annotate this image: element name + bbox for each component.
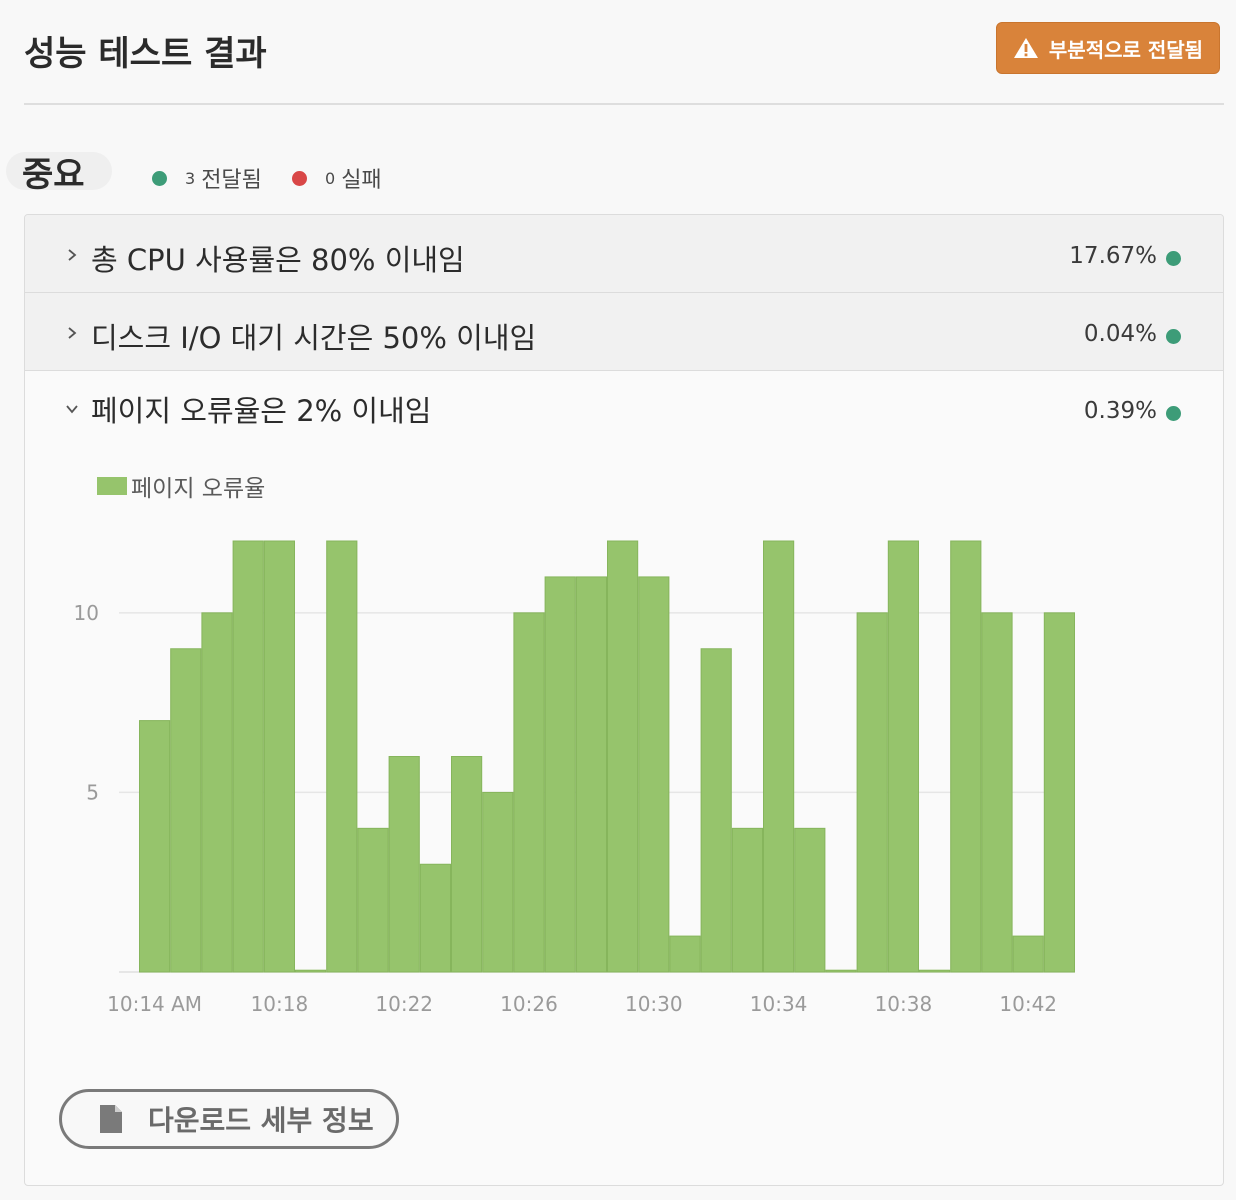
passed-label: 전달됨 — [201, 168, 262, 193]
chart-bar — [575, 576, 607, 973]
page-title: 성능 테스트 결과 — [24, 34, 267, 74]
chart-bar — [357, 827, 389, 973]
chart-bar — [607, 540, 639, 973]
failed-count: 0 — [325, 168, 336, 188]
x-tick-label: 10:38 — [875, 992, 933, 1016]
passed-count: 3 — [185, 168, 196, 188]
warning-icon — [1013, 38, 1038, 58]
chart-bar — [201, 612, 233, 973]
chart-bar — [1012, 935, 1044, 973]
x-tick-label: 10:30 — [625, 992, 683, 1016]
x-tick-label: 10:18 — [251, 992, 309, 1016]
chart-bar — [170, 648, 202, 973]
chart-bar — [887, 540, 919, 973]
x-tick-label: 10:22 — [375, 992, 433, 1016]
chart-bar — [139, 720, 171, 973]
download-label: 다운로드 세부 정보 — [148, 1104, 374, 1137]
x-tick-label: 10:34 — [750, 992, 808, 1016]
chart-bar — [856, 612, 888, 973]
document-icon — [100, 1105, 122, 1133]
chart-bar — [731, 827, 763, 973]
chart-bar — [763, 540, 795, 973]
chart-bar — [700, 648, 732, 973]
chart-bar — [544, 576, 576, 973]
y-tick-label: 5 — [86, 780, 99, 804]
chart-bar — [482, 791, 514, 973]
chart-bar — [451, 756, 483, 973]
passed-status-dot — [152, 170, 167, 186]
failed-status-dot — [292, 170, 307, 186]
chart-bar — [669, 935, 701, 973]
x-tick-label: 10:26 — [500, 992, 558, 1016]
chart-bar — [263, 540, 296, 973]
header-divider — [24, 103, 1224, 105]
chart-bar — [232, 540, 264, 973]
download-details-button[interactable]: 다운로드 세부 정보 — [59, 1089, 399, 1149]
status-badge-button[interactable]: 부분적으로 전달됨 — [996, 22, 1220, 74]
failed-label: 실패 — [341, 168, 382, 193]
x-tick-label: 10:42 — [999, 992, 1057, 1016]
chart-bar — [1043, 612, 1075, 973]
failed-summary: 0 실패 — [292, 162, 382, 194]
chart-bar — [419, 863, 451, 973]
chart-bar — [919, 969, 951, 973]
chart-bar — [295, 969, 327, 973]
chart-bar — [638, 576, 670, 973]
chart-bar — [513, 612, 545, 973]
passed-summary: 3 전달됨 — [152, 162, 262, 194]
chart-bar — [388, 756, 420, 973]
chart-bar — [326, 540, 358, 973]
x-tick-label: 10:14 AM — [107, 992, 202, 1016]
chart-bar — [794, 827, 826, 973]
status-label: 부분적으로 전달됨 — [1048, 37, 1204, 62]
checks-card: 총 CPU 사용률은 80% 이내임 17.67% 디스크 I/O 대기 시간은… — [24, 214, 1224, 1186]
chart-bar — [981, 612, 1013, 973]
y-tick-label: 10 — [74, 601, 99, 625]
section-title: 중요 — [6, 152, 112, 195]
page-error-chart: 5 10 10:14 AM 10:18 10:22 10:26 10:30 10:34 10:3… — [74, 540, 1075, 1016]
chart-bar — [825, 969, 857, 973]
chart-bar — [950, 540, 982, 973]
